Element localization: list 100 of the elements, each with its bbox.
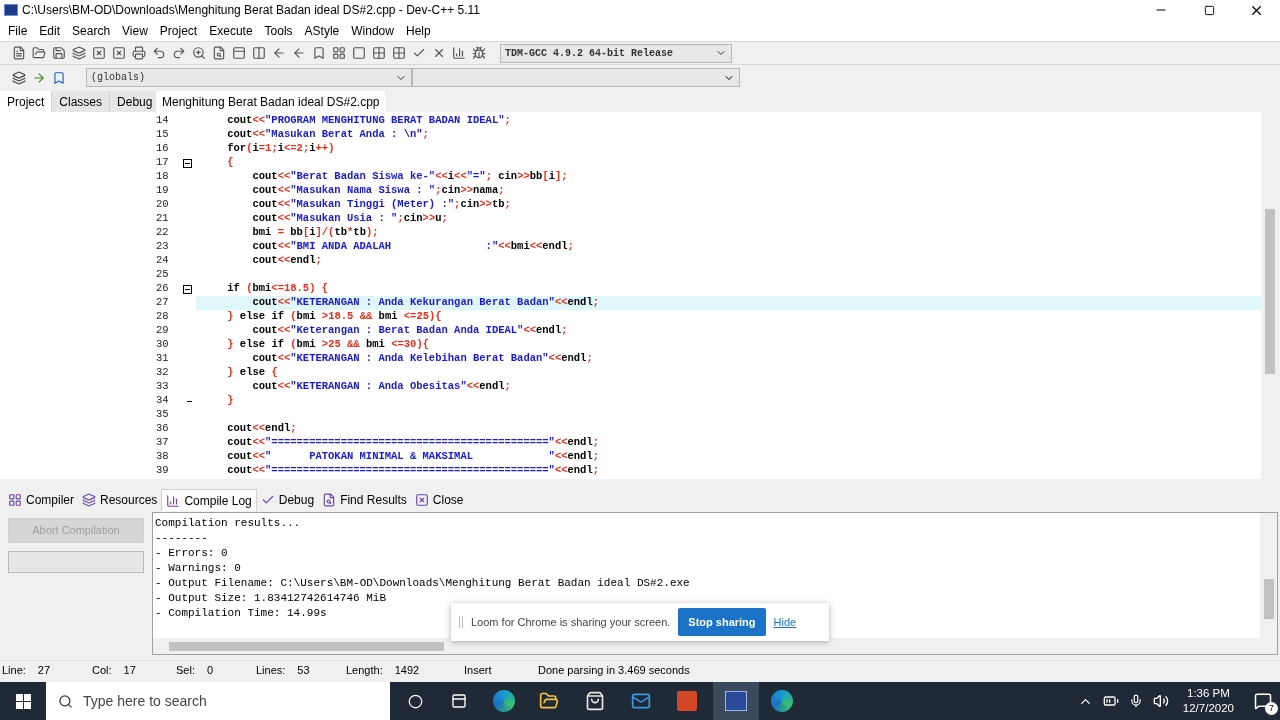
bookmark-icon[interactable] — [52, 70, 66, 85]
find-icon[interactable] — [212, 46, 226, 60]
panel-tab[interactable]: Project — [0, 91, 52, 112]
clock-time[interactable]: 1:36 PM — [1187, 686, 1230, 701]
menu-item[interactable]: File — [2, 21, 34, 40]
folder-icon[interactable] — [32, 46, 46, 60]
undo-icon[interactable] — [152, 46, 166, 60]
menu-item[interactable]: View — [116, 21, 154, 40]
stop-sharing-button[interactable]: Stop sharing — [678, 608, 766, 636]
code-line: cout<<"Masukan Tinggi (Meter) :";cin>>tb; — [251, 197, 511, 213]
code-line: cout<<" PATOKAN MINIMAL & MAKSIMAL "<<endl; — [226, 449, 600, 465]
scope-select[interactable]: (globals) — [86, 68, 412, 87]
bookmark-icon[interactable] — [312, 46, 326, 60]
bottom-tab[interactable]: Debug — [256, 489, 319, 511]
fold-toggle[interactable] — [182, 284, 192, 294]
store-icon[interactable] — [585, 691, 605, 711]
cross-icon[interactable] — [432, 46, 446, 60]
close-all-icon[interactable] — [112, 46, 126, 60]
bottom-tab[interactable]: Close — [410, 489, 468, 511]
compiler-select[interactable]: TDM-GCC 4.9.2 64-bit Release — [500, 43, 732, 63]
edge-icon[interactable] — [771, 690, 793, 712]
code-line: cout<<"PROGRAM MENGHITUNG BERAT BADAN IDEAL"; — [226, 113, 511, 129]
bottom-tab[interactable]: Compile Log — [161, 489, 257, 511]
back-icon[interactable] — [292, 46, 306, 60]
battery-icon[interactable] — [1102, 693, 1119, 709]
check-icon[interactable] — [412, 46, 426, 60]
arrow-icon[interactable] — [32, 70, 46, 85]
line-number: 17 — [155, 155, 170, 171]
status-message: Done parsing in 3.469 seconds — [538, 663, 690, 679]
log-scrollbar[interactable] — [1260, 513, 1277, 654]
grid-icon[interactable] — [392, 46, 406, 60]
zoom-icon[interactable] — [192, 46, 206, 60]
panel-icon[interactable] — [232, 46, 246, 60]
bug-icon[interactable] — [472, 46, 486, 60]
line-number: 25 — [155, 267, 170, 283]
folder-icon[interactable] — [539, 691, 559, 711]
menu-item[interactable]: AStyle — [298, 21, 346, 40]
hide-link[interactable]: Hide — [773, 613, 797, 631]
menu-item[interactable]: Execute — [203, 21, 259, 40]
panel-tab[interactable]: Classes — [51, 91, 110, 112]
code-line: bmi = bb[i]/(tb*tb); — [251, 225, 379, 241]
class-icon[interactable] — [12, 70, 26, 85]
code-line: cout<<"KETERANGAN : Anda Kelebihan Berat Badan"<<endl; — [251, 351, 593, 367]
horizontal-scrollbar[interactable] — [153, 638, 1263, 654]
menu-item[interactable]: Edit — [33, 21, 67, 40]
microphone-icon[interactable] — [1128, 694, 1143, 708]
code-line: cout<<"BMI ANDA ADALAH :"<<bmi<<endl; — [251, 239, 574, 255]
line-number: 28 — [155, 309, 170, 325]
window-icon[interactable] — [352, 46, 366, 60]
bottom-tab[interactable]: Find Results — [318, 489, 411, 511]
status-value: 17 — [123, 663, 136, 679]
notifications-icon[interactable] — [1254, 692, 1272, 710]
menu-item[interactable]: Window — [345, 21, 400, 40]
code-line: cout<<"Masukan Berat Anda : \n"; — [226, 127, 429, 143]
log-line: - Warnings: 0 — [155, 561, 242, 576]
log-line: - Output Size: 1.83412742614746 MiB — [155, 591, 388, 606]
menu-item[interactable]: Tools — [258, 21, 299, 40]
close-file-icon[interactable] — [92, 46, 106, 60]
line-number: 18 — [155, 169, 170, 185]
chart-icon[interactable] — [452, 46, 466, 60]
status-value: 1492 — [394, 663, 420, 679]
pages-icon[interactable] — [72, 46, 86, 60]
redo-icon[interactable] — [172, 46, 186, 60]
log-line: -------- — [155, 531, 209, 546]
code-line: cout<<"Keterangan : Berat Badan Anda IDEAL"<<endl; — [251, 323, 568, 339]
grid-icon[interactable] — [332, 46, 346, 60]
code-line: } else { — [226, 365, 278, 381]
volume-icon[interactable] — [1152, 693, 1169, 709]
check-icon — [260, 493, 275, 507]
status-value: 0 — [206, 663, 214, 679]
bottom-tab[interactable]: Compiler — [4, 489, 78, 511]
grid-icon[interactable] — [372, 46, 386, 60]
menu-item[interactable]: Search — [66, 21, 117, 40]
line-number: 36 — [155, 421, 170, 437]
ide-taskbar-icon[interactable] — [713, 682, 759, 720]
fold-toggle[interactable] — [182, 158, 192, 168]
restore-icon[interactable] — [1204, 4, 1215, 16]
task-view-icon[interactable] — [451, 693, 467, 709]
clock-date[interactable]: 12/7/2020 — [1182, 701, 1234, 716]
save-icon[interactable] — [52, 46, 66, 60]
cortana-icon[interactable] — [408, 693, 423, 709]
menu-item[interactable]: Help — [399, 21, 437, 40]
menu-item[interactable]: Project — [153, 21, 204, 40]
editor-tab[interactable]: Menghitung Berat Badan ideal DS#2.cpp — [156, 91, 386, 112]
bottom-tab[interactable]: Resources — [78, 489, 162, 511]
code-line: } — [226, 393, 234, 409]
code-line: { — [226, 155, 234, 171]
columns-icon[interactable] — [252, 46, 266, 60]
line-number: 29 — [155, 323, 170, 339]
back-icon[interactable] — [272, 46, 286, 60]
grid-icon — [8, 493, 22, 507]
print-icon[interactable] — [132, 46, 146, 60]
line-number: 27 — [155, 295, 170, 311]
window-title: C:\Users\BM-OD\Downloads\Menghitung Berat Badan ideal DS#2.cpp - Dev-C++ 5.11 — [22, 2, 481, 19]
edge-icon[interactable] — [493, 690, 515, 712]
code-line: } else if (bmi >18.5 && bmi <=25){ — [226, 309, 442, 325]
mail-icon[interactable] — [631, 691, 651, 711]
taskbar-search-field[interactable]: Type here to search — [46, 682, 390, 720]
file-icon[interactable] — [12, 46, 26, 60]
drag-handle-icon[interactable] — [459, 616, 463, 628]
